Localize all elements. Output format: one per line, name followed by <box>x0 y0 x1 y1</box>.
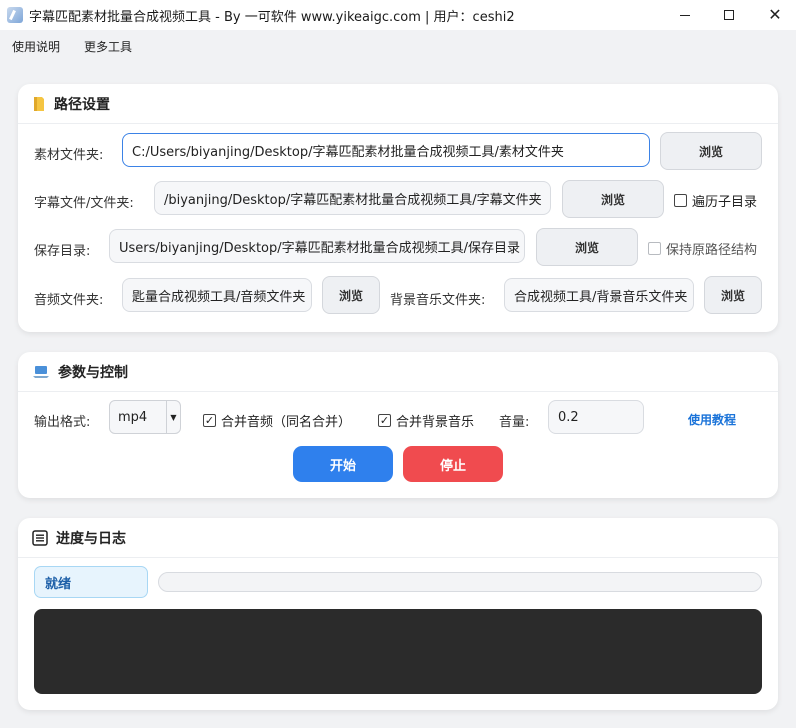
window-title: 字幕匹配素材批量合成视频工具 - By 一可软件 www.yikeaigc.co… <box>29 9 515 25</box>
merge-bgm-label: 合并背景音乐 <box>396 415 475 430</box>
traverse-subdirs-label: 遍历子目录 <box>692 195 758 210</box>
audio-folder-input[interactable]: 匙量合成视频工具/音频文件夹 <box>122 278 312 312</box>
merge-audio-box: ✓ <box>203 414 216 427</box>
log-output[interactable] <box>34 609 762 694</box>
material-folder-label: 素材文件夹: <box>34 148 104 163</box>
merge-bgm-checkbox[interactable]: ✓ 合并背景音乐 <box>378 411 474 430</box>
progress-title: 进度与日志 <box>56 530 126 547</box>
subtitle-browse-button[interactable]: 浏览 <box>562 180 664 218</box>
audio-folder-value: 匙量合成视频工具/音频文件夹 <box>132 289 306 305</box>
save-dir-input[interactable]: Users/biyanjing/Desktop/字幕匹配素材批量合成视频工具/保… <box>109 229 525 263</box>
folder-icon <box>32 96 46 112</box>
control-card: 参数与控制 输出格式: mp4 ▼ ✓ 合并音频（同名合并） ✓ 合并背景音乐 … <box>18 352 778 498</box>
start-button[interactable]: 开始 <box>293 446 393 482</box>
path-settings-header: 路径设置 <box>18 84 778 124</box>
bgm-folder-value: 合成视频工具/背景音乐文件夹 <box>514 289 688 305</box>
save-dir-value: Users/biyanjing/Desktop/字幕匹配素材批量合成视频工具/保… <box>119 240 521 256</box>
volume-input[interactable]: 0.2 <box>548 400 644 434</box>
volume-label: 音量: <box>499 415 530 430</box>
material-browse-button[interactable]: 浏览 <box>660 132 762 170</box>
menu-bar: 使用说明 更多工具 <box>0 30 796 62</box>
bgm-folder-label: 背景音乐文件夹: <box>390 293 486 308</box>
subtitle-folder-value: /biyanjing/Desktop/字幕匹配素材批量合成视频工具/字幕文件夹 <box>164 192 542 208</box>
close-icon: ✕ <box>768 5 782 24</box>
subtitle-folder-input[interactable]: /biyanjing/Desktop/字幕匹配素材批量合成视频工具/字幕文件夹 <box>154 181 551 215</box>
path-settings-title: 路径设置 <box>54 96 110 113</box>
traverse-subdirs-box <box>674 194 687 207</box>
tutorial-link[interactable]: 使用教程 <box>688 411 736 428</box>
material-folder-input[interactable]: C:/Users/biyanjing/Desktop/字幕匹配素材批量合成视频工… <box>122 133 650 167</box>
progress-header: 进度与日志 <box>18 518 778 558</box>
keep-structure-label: 保持原路径结构 <box>666 243 758 258</box>
material-folder-value: C:/Users/biyanjing/Desktop/字幕匹配素材批量合成视频工… <box>132 144 564 160</box>
chevron-down-icon: ▼ <box>166 401 180 433</box>
save-dir-label: 保存目录: <box>34 244 91 259</box>
format-select[interactable]: mp4 ▼ <box>109 400 181 434</box>
format-value: mp4 <box>118 409 148 425</box>
save-browse-button[interactable]: 浏览 <box>536 228 638 266</box>
merge-audio-label: 合并音频（同名合并） <box>221 415 352 430</box>
format-label: 输出格式: <box>34 415 91 430</box>
minimize-button[interactable] <box>662 0 708 30</box>
volume-value: 0.2 <box>558 409 579 425</box>
status-badge: 就绪 <box>34 566 148 598</box>
bgm-browse-button[interactable]: 浏览 <box>704 276 762 314</box>
keep-structure-box <box>648 242 661 255</box>
maximize-button[interactable] <box>706 0 752 30</box>
app-icon <box>7 7 23 23</box>
menu-item-help[interactable]: 使用说明 <box>0 38 72 55</box>
keep-structure-checkbox[interactable]: 保持原路径结构 <box>648 239 757 258</box>
control-header: 参数与控制 <box>18 352 778 392</box>
subtitle-folder-label: 字幕文件/文件夹: <box>34 196 134 211</box>
title-bar: 字幕匹配素材批量合成视频工具 - By 一可软件 www.yikeaigc.co… <box>0 0 796 30</box>
merge-audio-checkbox[interactable]: ✓ 合并音频（同名合并） <box>203 411 351 430</box>
close-button[interactable]: ✕ <box>752 0 796 30</box>
laptop-icon <box>32 364 50 380</box>
audio-browse-button[interactable]: 浏览 <box>322 276 380 314</box>
bgm-folder-input[interactable]: 合成视频工具/背景音乐文件夹 <box>504 278 694 312</box>
path-settings-card: 路径设置 素材文件夹: C:/Users/biyanjing/Desktop/字… <box>18 84 778 332</box>
maximize-icon <box>724 10 734 20</box>
progress-card: 进度与日志 就绪 <box>18 518 778 710</box>
traverse-subdirs-checkbox[interactable]: 遍历子目录 <box>674 191 757 210</box>
audio-folder-label: 音频文件夹: <box>34 293 104 308</box>
control-title: 参数与控制 <box>58 364 128 381</box>
stop-button[interactable]: 停止 <box>403 446 503 482</box>
menu-item-more-tools[interactable]: 更多工具 <box>72 38 144 55</box>
merge-bgm-box: ✓ <box>378 414 391 427</box>
minimize-icon <box>680 14 690 16</box>
list-icon <box>32 529 48 546</box>
progress-bar <box>158 572 762 592</box>
